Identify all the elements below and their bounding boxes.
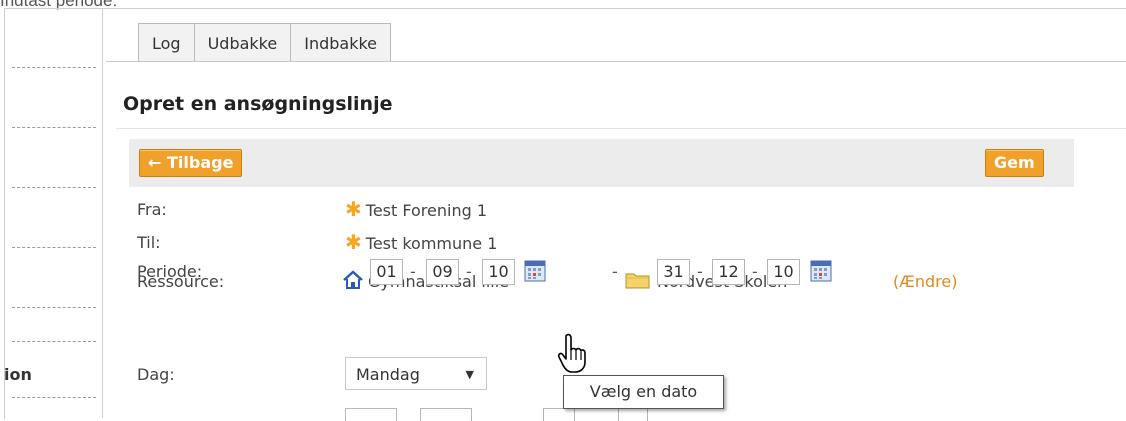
- tab-log[interactable]: Log: [138, 23, 195, 62]
- day-select[interactable]: Mandag ▼: [345, 357, 487, 390]
- tab-udbakke[interactable]: Udbakke: [193, 23, 292, 62]
- arrow-left-icon: ←: [148, 153, 162, 172]
- folder-icon: [625, 273, 650, 289]
- back-button-label: Tilbage: [166, 153, 234, 172]
- asterisk-icon: ✱: [345, 230, 362, 254]
- from-year-input[interactable]: 10: [482, 259, 515, 285]
- tab-divider: [106, 61, 1126, 62]
- date-picker-tooltip: Vælg en dato: [563, 375, 724, 409]
- to-day-input[interactable]: 31: [657, 259, 690, 285]
- time-input[interactable]: [618, 408, 648, 421]
- house-icon: [343, 270, 363, 289]
- change-paren-close: ): [951, 272, 958, 291]
- asterisk-icon: ✱: [345, 197, 362, 221]
- title-divider: [116, 128, 1126, 129]
- sidebar-divider: [12, 247, 96, 248]
- chevron-down-icon: ▼: [465, 368, 474, 381]
- til-text: Test kommune 1: [365, 234, 498, 253]
- fra-value: ✱ Test Forening 1: [345, 197, 487, 221]
- save-button[interactable]: Gem: [985, 149, 1044, 177]
- sidebar-divider: [12, 307, 96, 308]
- sidebar: ion: [4, 9, 103, 418]
- sidebar-divider: [12, 397, 96, 398]
- date-separator: -: [752, 262, 758, 281]
- from-month-input[interactable]: 09: [426, 259, 459, 285]
- toolbar: [129, 139, 1074, 187]
- sidebar-divider: [12, 127, 96, 128]
- back-button[interactable]: ← Tilbage: [139, 149, 243, 177]
- date-separator: -: [410, 262, 416, 281]
- change-resource: (Ændre): [893, 272, 957, 291]
- calendar-icon[interactable]: [524, 260, 546, 282]
- hand-pointer-icon: [558, 333, 586, 373]
- dag-label: Dag:: [137, 365, 175, 384]
- day-select-value: Mandag: [356, 365, 420, 384]
- to-year-input[interactable]: 10: [767, 259, 800, 285]
- to-month-input[interactable]: 12: [712, 259, 745, 285]
- time-input[interactable]: [345, 408, 397, 421]
- tab-bar: Log Udbakke Indbakke: [138, 23, 391, 62]
- til-value: ✱ Test kommune 1: [345, 230, 497, 254]
- periode-label: Periode:: [137, 262, 203, 281]
- tab-indbakke[interactable]: Indbakke: [290, 23, 391, 62]
- ressource-location: Nordvest Skolen: [625, 270, 787, 291]
- time-input[interactable]: [543, 408, 575, 421]
- calendar-icon[interactable]: [810, 260, 832, 282]
- range-separator: -: [612, 262, 618, 281]
- sidebar-divider: [12, 67, 96, 68]
- sidebar-divider: [12, 341, 96, 342]
- from-day-input[interactable]: 01: [370, 259, 403, 285]
- fra-text: Test Forening 1: [365, 201, 487, 220]
- fra-label: Fra:: [137, 200, 167, 219]
- sidebar-item-label[interactable]: ion: [4, 365, 32, 384]
- sidebar-divider: [12, 187, 96, 188]
- page-title: Opret en ansøgningslinje: [123, 93, 393, 115]
- til-label: Til:: [137, 233, 161, 252]
- date-separator: -: [466, 262, 472, 281]
- date-separator: -: [697, 262, 703, 281]
- time-input[interactable]: [420, 408, 472, 421]
- change-resource-link[interactable]: Ændre: [899, 272, 951, 291]
